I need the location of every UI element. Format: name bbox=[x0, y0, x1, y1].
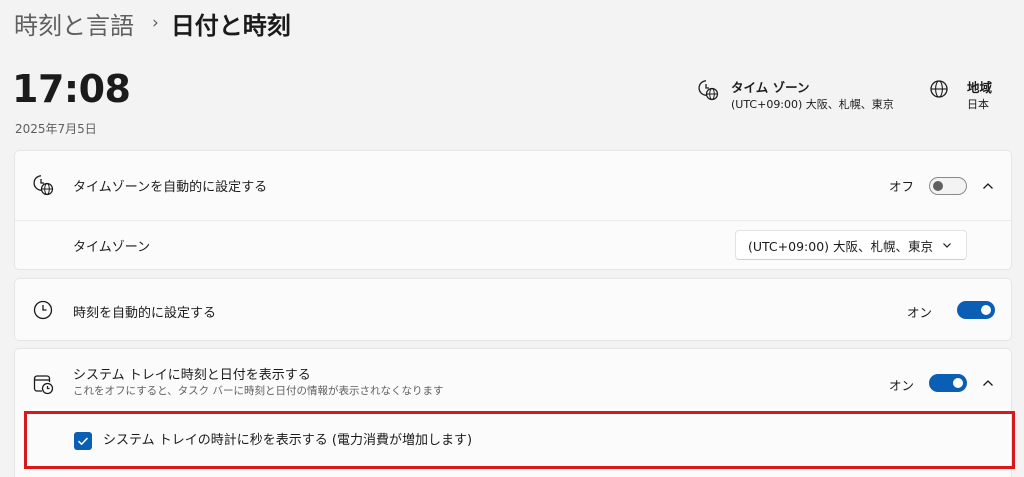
chevron-down-icon bbox=[943, 243, 951, 248]
chevron-up-icon[interactable] bbox=[982, 180, 994, 192]
auto-timezone-state: オフ bbox=[888, 179, 914, 194]
show-seconds-label[interactable]: システム トレイの時計に秒を表示する (電力消費が増加します) bbox=[103, 432, 472, 450]
tray-clock-text: システム トレイに時刻と日付を表示する これをオフにすると、タスク バーに時刻と… bbox=[73, 367, 444, 398]
globe-icon bbox=[930, 80, 948, 98]
auto-timezone-row[interactable]: タイムゾーンを自動的に設定する オフ bbox=[15, 151, 1011, 220]
toggle-knob bbox=[981, 305, 991, 315]
tray-clock-label: システム トレイに時刻と日付を表示する bbox=[73, 368, 311, 383]
show-seconds-checkbox[interactable] bbox=[74, 432, 92, 450]
timezone-info-title: タイム ゾーン bbox=[731, 80, 810, 95]
auto-time-label: 時刻を自動的に設定する bbox=[73, 306, 217, 321]
breadcrumb: 時刻と言語 › 日付と時刻 bbox=[14, 4, 291, 42]
auto-timezone-label: タイムゾーンを自動的に設定する bbox=[73, 180, 268, 195]
calendar-clock-icon bbox=[33, 375, 54, 395]
tray-clock-row[interactable]: システム トレイに時刻と日付を表示する これをオフにすると、タスク バーに時刻と… bbox=[15, 349, 1011, 415]
auto-time-state: オン bbox=[906, 305, 932, 320]
timezone-select-label: タイムゾーン bbox=[73, 239, 151, 255]
auto-timezone-card: タイムゾーンを自動的に設定する オフ タイムゾーン (UTC+09:00) 大阪… bbox=[14, 150, 1012, 270]
current-date: 2025年7月5日 bbox=[15, 122, 97, 136]
page-title: 日付と時刻 bbox=[170, 11, 291, 40]
toggle-knob bbox=[933, 181, 943, 191]
clock-globe-icon bbox=[698, 80, 719, 101]
chevron-up-icon[interactable] bbox=[982, 377, 994, 389]
auto-timezone-toggle[interactable] bbox=[929, 177, 967, 195]
breadcrumb-parent-link[interactable]: 時刻と言語 bbox=[14, 6, 134, 41]
clock-icon bbox=[33, 300, 53, 320]
region-info: 地域 日本 bbox=[929, 79, 992, 113]
tray-clock-state: オン bbox=[888, 378, 914, 393]
timezone-dropdown-value: (UTC+09:00) 大阪、札幌、東京 bbox=[748, 238, 934, 254]
timezone-info: タイム ゾーン (UTC+09:00) 大阪、札幌、東京 bbox=[697, 79, 894, 113]
breadcrumb-separator: › bbox=[152, 13, 159, 33]
region-info-title: 地域 bbox=[967, 80, 993, 95]
tray-clock-toggle[interactable] bbox=[929, 374, 967, 392]
toggle-knob bbox=[953, 378, 963, 388]
timezone-dropdown[interactable]: (UTC+09:00) 大阪、札幌、東京 bbox=[735, 230, 967, 260]
timezone-select-row: タイムゾーン (UTC+09:00) 大阪、札幌、東京 bbox=[15, 221, 1011, 269]
region-info-value: 日本 bbox=[967, 98, 989, 111]
current-time: 17:08 bbox=[12, 67, 131, 111]
checkmark-icon bbox=[77, 437, 89, 446]
auto-time-toggle[interactable] bbox=[957, 301, 995, 319]
auto-time-card[interactable]: 時刻を自動的に設定する オン bbox=[14, 278, 1012, 341]
timezone-info-value: (UTC+09:00) 大阪、札幌、東京 bbox=[731, 98, 894, 111]
tray-clock-description: これをオフにすると、タスク バーに時刻と日付の情報が表示されなくなります bbox=[73, 385, 444, 397]
clock-globe-icon bbox=[33, 175, 54, 196]
